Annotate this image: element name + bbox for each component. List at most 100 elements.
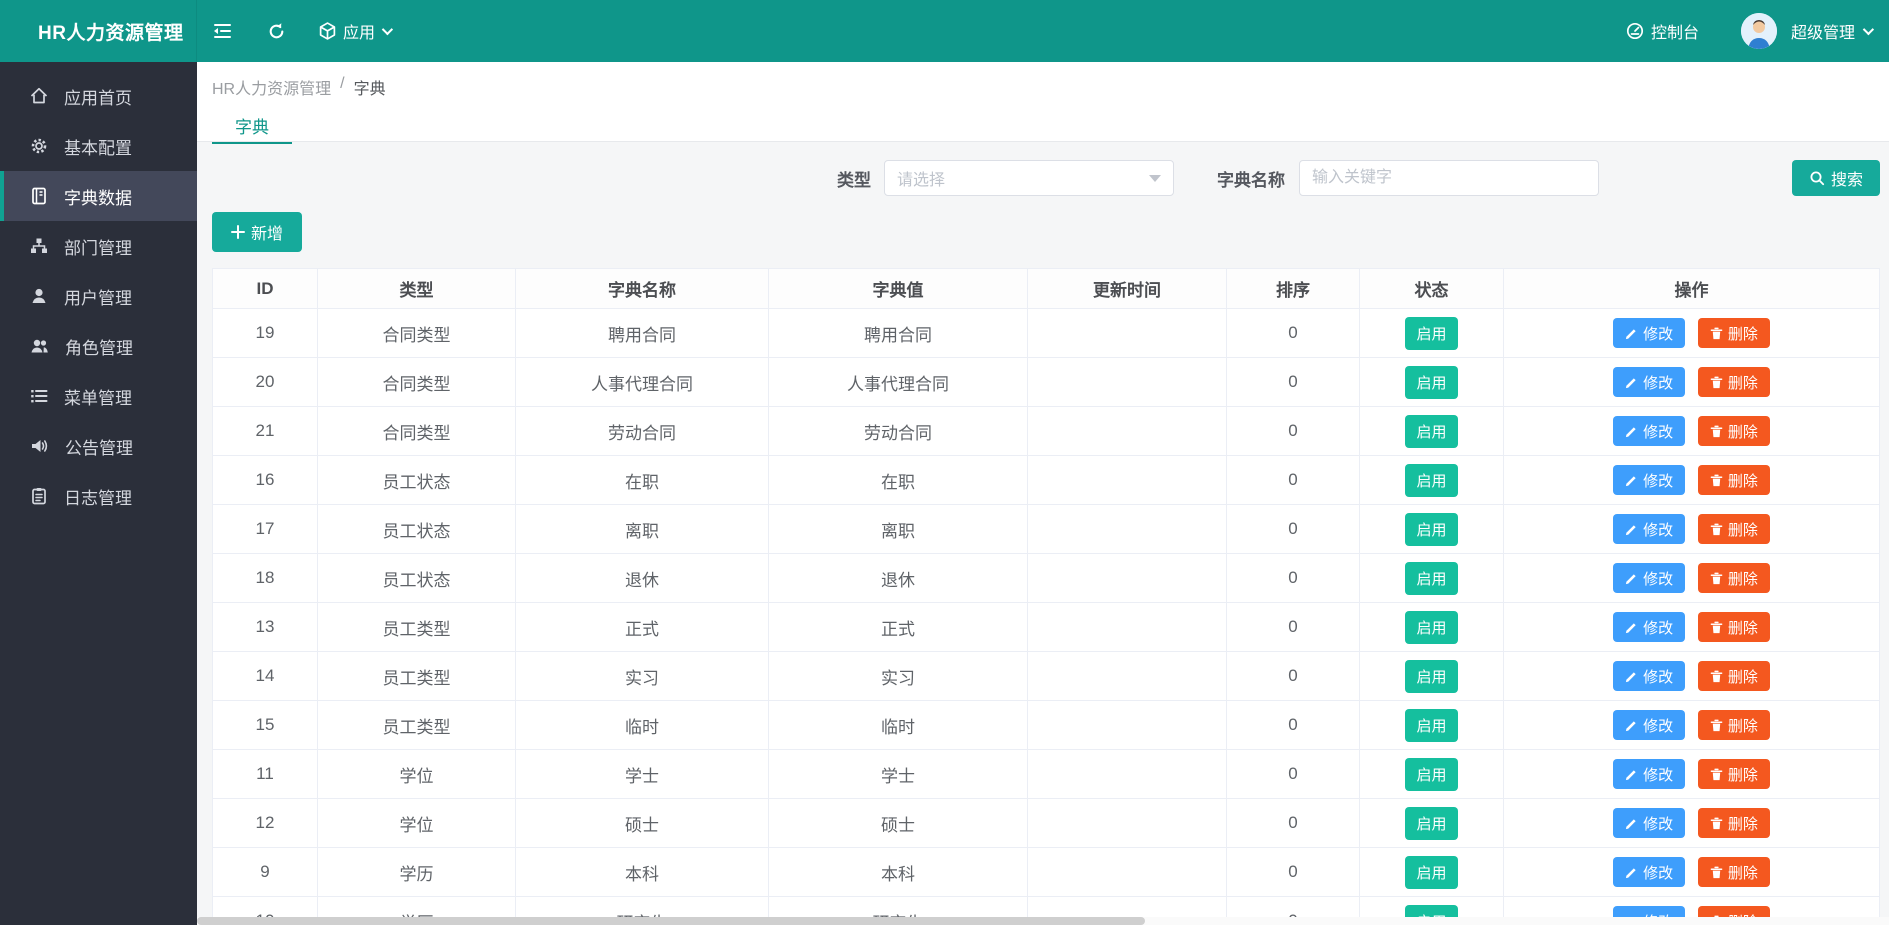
edit-button[interactable]: 修改 [1613, 759, 1685, 789]
delete-button[interactable]: 删除 [1698, 465, 1770, 495]
delete-icon [1710, 425, 1723, 438]
cell-updated [1028, 750, 1227, 799]
delete-button[interactable]: 删除 [1698, 661, 1770, 691]
delete-button[interactable]: 删除 [1698, 367, 1770, 397]
add-button[interactable]: 新增 [212, 212, 302, 252]
cell-value: 在职 [769, 456, 1028, 505]
sidebar-item-dictionary[interactable]: 字典数据 [0, 171, 197, 221]
sidebar-item-config[interactable]: 基本配置 [0, 121, 197, 171]
cell-sort: 0 [1227, 505, 1360, 554]
status-badge: 启用 [1405, 660, 1457, 693]
status-badge: 启用 [1405, 513, 1457, 546]
cell-status: 启用 [1360, 701, 1504, 750]
table-row: 11 学位 学士 学士 0 启用 修改 删除 [213, 750, 1880, 799]
col-id: ID [213, 269, 318, 309]
edit-button[interactable]: 修改 [1613, 416, 1685, 446]
cell-status: 启用 [1360, 750, 1504, 799]
cell-updated [1028, 554, 1227, 603]
cell-name: 劳动合同 [516, 407, 769, 456]
console-link[interactable]: 控制台 [1626, 19, 1699, 43]
cell-id: 19 [213, 309, 318, 358]
delete-button[interactable]: 删除 [1698, 759, 1770, 789]
search-icon [1809, 170, 1825, 186]
refresh-icon[interactable] [259, 14, 293, 48]
edit-button[interactable]: 修改 [1613, 367, 1685, 397]
status-badge: 启用 [1405, 856, 1457, 889]
type-select[interactable]: 请选择 [884, 160, 1174, 196]
cell-status: 启用 [1360, 603, 1504, 652]
delete-icon [1710, 670, 1723, 683]
cell-sort: 0 [1227, 848, 1360, 897]
edit-button[interactable]: 修改 [1613, 612, 1685, 642]
delete-icon [1710, 474, 1723, 487]
cell-name: 退休 [516, 554, 769, 603]
cell-updated [1028, 701, 1227, 750]
edit-button[interactable]: 修改 [1613, 514, 1685, 544]
cell-actions: 修改 删除 [1504, 554, 1880, 603]
cell-id: 18 [213, 554, 318, 603]
edit-button[interactable]: 修改 [1613, 710, 1685, 740]
cell-actions: 修改 删除 [1504, 750, 1880, 799]
users-icon [30, 337, 49, 355]
edit-button[interactable]: 修改 [1613, 808, 1685, 838]
delete-button[interactable]: 删除 [1698, 318, 1770, 348]
delete-button[interactable]: 删除 [1698, 416, 1770, 446]
tab-dictionary[interactable]: 字典 [212, 108, 292, 144]
sidebar-item-users[interactable]: 用户管理 [0, 271, 197, 321]
sidebar-item-announcements[interactable]: 公告管理 [0, 421, 197, 471]
sidebar: 应用首页 基本配置 字典数据 部门管理 用户管理 [0, 62, 197, 925]
keyword-input[interactable] [1299, 160, 1599, 196]
dictionary-table: ID 类型 字典名称 字典值 更新时间 排序 状态 操作 19 合同类型 聘用合… [212, 268, 1880, 925]
plus-icon [231, 225, 245, 239]
cell-status: 启用 [1360, 358, 1504, 407]
cell-actions: 修改 删除 [1504, 358, 1880, 407]
sidebar-item-department[interactable]: 部门管理 [0, 221, 197, 271]
edit-button[interactable]: 修改 [1613, 465, 1685, 495]
edit-button[interactable]: 修改 [1613, 563, 1685, 593]
caret-down-icon [1149, 175, 1161, 182]
horizontal-scrollbar[interactable] [197, 917, 1889, 925]
sidebar-item-label: 基本配置 [64, 134, 132, 159]
sidebar-item-roles[interactable]: 角色管理 [0, 321, 197, 371]
scrollbar-thumb[interactable] [197, 917, 1145, 925]
search-button[interactable]: 搜索 [1792, 160, 1880, 196]
col-status: 状态 [1360, 269, 1504, 309]
delete-icon [1710, 572, 1723, 585]
user-menu[interactable]: 超级管理 [1791, 19, 1871, 43]
avatar[interactable] [1741, 13, 1777, 49]
cell-updated [1028, 358, 1227, 407]
sidebar-item-home[interactable]: 应用首页 [0, 71, 197, 121]
sidebar-item-logs[interactable]: 日志管理 [0, 471, 197, 521]
breadcrumb-current: 字典 [354, 75, 386, 99]
fold-menu-icon[interactable] [205, 14, 239, 48]
cell-status: 启用 [1360, 505, 1504, 554]
delete-button[interactable]: 删除 [1698, 514, 1770, 544]
cell-type: 员工类型 [318, 652, 516, 701]
delete-button[interactable]: 删除 [1698, 710, 1770, 740]
delete-button[interactable]: 删除 [1698, 857, 1770, 887]
cell-id: 11 [213, 750, 318, 799]
delete-button[interactable]: 删除 [1698, 563, 1770, 593]
col-type: 类型 [318, 269, 516, 309]
cell-value: 学士 [769, 750, 1028, 799]
cell-actions: 修改 删除 [1504, 799, 1880, 848]
sidebar-item-label: 字典数据 [64, 184, 132, 209]
edit-button[interactable]: 修改 [1613, 857, 1685, 887]
edit-icon [1625, 474, 1638, 487]
sidebar-item-menus[interactable]: 菜单管理 [0, 371, 197, 421]
app-menu-label: 应用 [343, 19, 375, 43]
app-menu[interactable]: 应用 [319, 19, 390, 43]
main-content: HR人力资源管理 / 字典 字典 类型 请选择 字典名称 搜索 新增 [197, 62, 1889, 925]
col-actions: 操作 [1504, 269, 1880, 309]
cell-value: 实习 [769, 652, 1028, 701]
delete-button[interactable]: 删除 [1698, 808, 1770, 838]
cell-sort: 0 [1227, 554, 1360, 603]
cell-type: 学历 [318, 848, 516, 897]
col-updated: 更新时间 [1028, 269, 1227, 309]
breadcrumb: HR人力资源管理 / 字典 [212, 75, 1889, 99]
delete-button[interactable]: 删除 [1698, 612, 1770, 642]
edit-button[interactable]: 修改 [1613, 318, 1685, 348]
cell-name: 学士 [516, 750, 769, 799]
breadcrumb-root[interactable]: HR人力资源管理 [212, 75, 331, 99]
edit-button[interactable]: 修改 [1613, 661, 1685, 691]
